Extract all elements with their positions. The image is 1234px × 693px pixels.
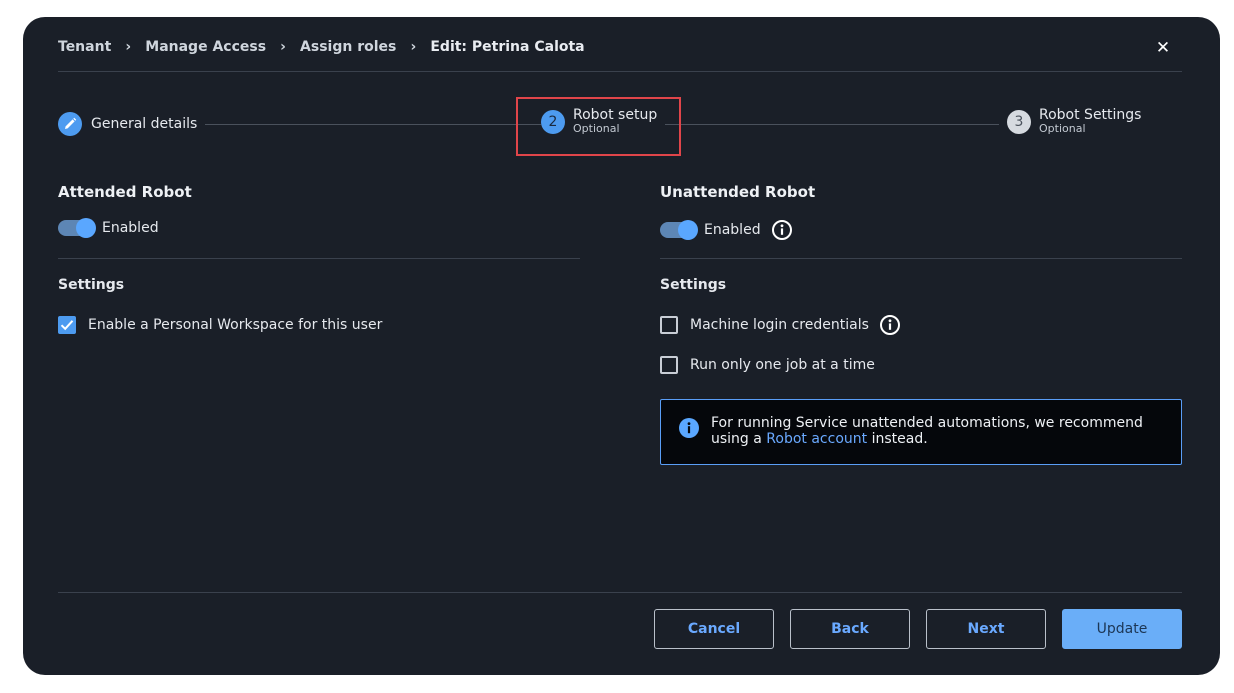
- machine-login-checkbox[interactable]: [660, 316, 678, 334]
- info-text-after: instead.: [867, 431, 928, 447]
- step-sub: Optional: [1039, 122, 1086, 135]
- step-label: Robot Settings: [1039, 107, 1142, 123]
- attended-settings-title: Settings: [58, 277, 125, 293]
- run-one-job-checkbox[interactable]: [660, 356, 678, 374]
- unattended-toggle-row: Enabled: [660, 219, 793, 241]
- checkmark-icon: [60, 320, 74, 331]
- breadcrumb: Tenant › Manage Access › Assign roles › …: [58, 37, 585, 57]
- header-divider: [58, 71, 1182, 72]
- info-icon[interactable]: [771, 219, 793, 241]
- back-button[interactable]: Back: [790, 609, 910, 649]
- chevron-right-icon: ›: [280, 39, 286, 55]
- breadcrumb-assign-roles[interactable]: Assign roles: [300, 39, 396, 55]
- step-label: General details: [91, 115, 198, 132]
- unattended-settings-title: Settings: [660, 277, 727, 293]
- footer-divider: [58, 592, 1182, 593]
- machine-login-row: Machine login credentials: [660, 314, 901, 336]
- attended-robot-title: Attended Robot: [58, 183, 192, 201]
- step-general-details[interactable]: General details: [58, 112, 206, 136]
- attended-enabled-toggle[interactable]: [58, 218, 96, 238]
- info-icon[interactable]: [879, 314, 901, 336]
- attended-divider: [58, 258, 580, 259]
- cancel-button[interactable]: Cancel: [654, 609, 774, 649]
- run-one-job-label: Run only one job at a time: [690, 357, 875, 373]
- run-one-job-row: Run only one job at a time: [660, 356, 875, 374]
- chevron-right-icon: ›: [410, 39, 417, 55]
- chevron-right-icon: ›: [125, 39, 132, 55]
- unattended-toggle-label: Enabled: [704, 222, 761, 238]
- machine-login-label: Machine login credentials: [690, 317, 869, 333]
- breadcrumb-current: Edit: Petrina Calota: [430, 39, 585, 55]
- highlight-box: [516, 97, 681, 156]
- unattended-divider: [660, 258, 1182, 259]
- breadcrumb-manage-access[interactable]: Manage Access: [145, 39, 266, 55]
- personal-workspace-label: Enable a Personal Workspace for this use…: [88, 317, 383, 333]
- next-button[interactable]: Next: [926, 609, 1046, 649]
- unattended-robot-title: Unattended Robot: [660, 183, 816, 201]
- attended-toggle-row: Enabled: [58, 218, 159, 238]
- robot-account-link[interactable]: Robot account: [766, 431, 867, 447]
- unattended-enabled-toggle[interactable]: [660, 220, 698, 240]
- info-banner-text: For running Service unattended automatio…: [711, 415, 1171, 447]
- personal-workspace-row: Enable a Personal Workspace for this use…: [58, 316, 382, 334]
- update-button[interactable]: Update: [1062, 609, 1182, 649]
- pencil-icon: [58, 112, 82, 136]
- step-number: 3: [1007, 109, 1031, 134]
- info-filled-icon: [679, 418, 699, 438]
- close-icon[interactable]: ✕: [1152, 37, 1174, 59]
- step-robot-settings[interactable]: 3 Robot Settings Optional: [999, 107, 1142, 135]
- personal-workspace-checkbox[interactable]: [58, 316, 76, 334]
- breadcrumb-tenant[interactable]: Tenant: [58, 39, 111, 55]
- attended-toggle-label: Enabled: [102, 220, 159, 236]
- edit-user-dialog: Tenant › Manage Access › Assign roles › …: [23, 17, 1220, 675]
- info-banner: For running Service unattended automatio…: [660, 399, 1182, 465]
